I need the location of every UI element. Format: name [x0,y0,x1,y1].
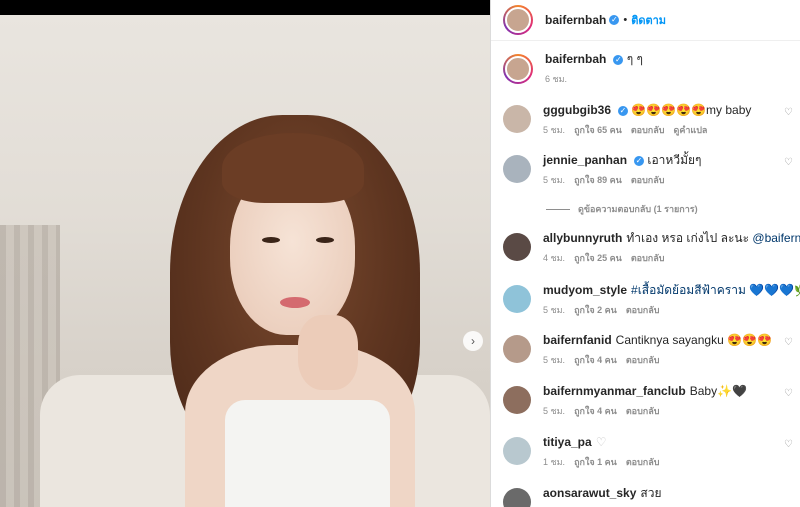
top-black-bar [0,0,490,15]
commenter-avatar[interactable] [503,155,531,183]
commenter-username[interactable]: jennie_panhan [543,153,627,167]
right-eye-shape [316,237,334,243]
commenter-avatar[interactable] [503,233,531,261]
commenter-avatar[interactable] [503,335,531,363]
like-heart-icon[interactable]: ♡ [784,157,793,168]
see-translation-button[interactable]: ดูคำแปล [673,125,707,135]
comment-time: 1 ชม. [543,457,566,467]
comments-panel: baifernbah ✓ • ติดตาม baifernbah ✓ ๆ ๆ 6 … [490,0,800,507]
likes-count[interactable]: ถูกใจ 4 คน [574,355,617,365]
separator-dot: • [623,14,628,26]
verified-icon: ✓ [613,55,624,65]
caption-row: baifernbah ✓ ๆ ๆ 6 ชม. [503,52,800,86]
comment-time: 5 ชม. [543,355,566,365]
commenter-username[interactable]: allybunnyruth [543,231,622,245]
comment-time: 5 ชม. [543,125,566,135]
author-username[interactable]: baifernbah [545,13,606,27]
like-heart-icon[interactable]: ♡ [784,439,793,450]
comment-time: 5 ชม. [543,406,566,416]
like-heart-icon[interactable]: ♡ [784,107,793,118]
reply-button[interactable]: ตอบกลับ [626,406,660,416]
verified-icon: ✓ [618,106,628,116]
comment-text: Baby✨🖤 [689,384,747,398]
commenter-username[interactable]: baifernmyanmar_fanclub [543,384,686,398]
mention-link[interactable]: @baifernbah [752,231,800,245]
reply-button[interactable]: ตอบกลับ [631,253,665,263]
hashtag-link[interactable]: #เสื้อมัดย้อมสีฟ้าคราม [631,283,746,297]
caption-username[interactable]: baifernbah [545,52,606,66]
likes-count[interactable]: ถูกใจ 2 คน [574,305,617,315]
like-heart-icon[interactable]: ♡ [784,337,793,348]
comment-text: ♡ [595,435,607,449]
commenter-username[interactable]: aonsarawut_sky [543,486,636,500]
next-photo-button[interactable]: › [463,331,483,351]
commenter-avatar[interactable] [503,437,531,465]
commenter-username[interactable]: mudyom_style [543,283,627,297]
comment-row: mudyom_style #เสื้อมัดย้อมสีฟ้าคราม 💙💙💙🌿🌿… [503,283,800,317]
comment-time: 5 ชม. [543,305,566,315]
comment-row: jennie_panhan ✓ เอาหวีมั้ยๆ 5 ชม. ถูกใจ 89… [503,153,800,187]
comment-time: 5 ชม. [543,175,566,185]
commenter-username[interactable]: gggubgib36 [543,103,611,117]
hand-shape [298,315,358,390]
caption-avatar[interactable] [503,54,533,84]
view-replies-label: ดูข้อความตอบกลับ (1 รายการ) [578,204,698,214]
white-top-shape [225,400,390,507]
comment-text: เอาหวีมั้ยๆ [647,153,702,167]
comment-text: ทำเอง หรอ เก่งไป ละนะ [626,231,750,245]
likes-count[interactable]: ถูกใจ 25 คน [574,253,622,263]
caption-text: ๆ ๆ [626,52,643,66]
post-header: baifernbah ✓ • ติดตาม [491,0,800,41]
likes-count[interactable]: ถูกใจ 4 คน [574,406,617,416]
commenter-avatar[interactable] [503,386,531,414]
comment-row: gggubgib36 ✓ 😍😍😍😍😍my baby 5 ชม. ถูกใจ 65 ค… [503,103,800,137]
comment-row: baifernfanid Cantiknya sayangku 😍😍😍 5 ชม.… [503,333,800,367]
comment-time: 4 ชม. [543,253,566,263]
comment-row: baifernmyanmar_fanclub Baby✨🖤 5 ชม. ถูกใจ … [503,384,800,418]
verified-icon: ✓ [634,156,645,166]
reply-button[interactable]: ตอบกลับ [626,457,660,467]
reply-button[interactable]: ตอบกลับ [631,125,665,135]
commenter-avatar[interactable] [503,285,531,313]
comment-row: aonsarawut_sky สวย [503,486,800,507]
post-photo[interactable]: › [0,15,490,507]
verified-icon: ✓ [609,15,620,25]
commenter-avatar[interactable] [503,488,531,507]
comment-row: allybunnyruth ทำเอง หรอ เก่งไป ละนะ @baif… [503,231,800,265]
chevron-right-icon: › [471,334,475,348]
like-heart-icon[interactable]: ♡ [784,388,793,399]
comment-text: 😍😍😍😍😍my baby [631,103,752,117]
commenter-username[interactable]: baifernfanid [543,333,612,347]
reply-button[interactable]: ตอบกลับ [631,175,665,185]
left-eye-shape [262,237,280,243]
likes-count[interactable]: ถูกใจ 89 คน [574,175,622,185]
caption-time: 6 ชม. [545,74,568,84]
lips-shape [280,297,310,308]
commenter-avatar[interactable] [503,105,531,133]
reply-button[interactable]: ตอบกลับ [626,305,660,315]
comment-text: 💙💙💙🌿🌿 [749,283,800,297]
view-replies-button[interactable]: ดูข้อความตอบกลับ (1 รายการ) [546,202,698,216]
follow-button[interactable]: ติดตาม [631,11,666,29]
comment-row: titiya_pa ♡ 1 ชม. ถูกใจ 1 คน ตอบกลับ ♡ [503,435,800,469]
commenter-username[interactable]: titiya_pa [543,435,592,449]
comment-text: สวย [640,486,662,500]
comment-text: Cantiknya sayangku 😍😍😍 [615,333,772,347]
likes-count[interactable]: ถูกใจ 65 คน [574,125,622,135]
reply-button[interactable]: ตอบกลับ [626,355,660,365]
likes-count[interactable]: ถูกใจ 1 คน [574,457,617,467]
bangs-shape [222,133,364,203]
author-avatar[interactable] [503,5,533,35]
replies-line [546,208,570,210]
